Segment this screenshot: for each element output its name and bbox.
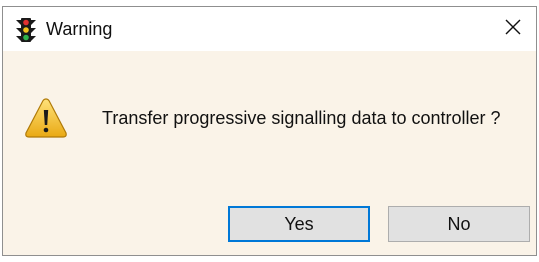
close-button[interactable]	[490, 7, 536, 51]
yes-button[interactable]: Yes	[228, 206, 370, 242]
dialog-message: Transfer progressive signalling data to …	[102, 108, 501, 128]
no-button[interactable]: No	[388, 206, 530, 242]
title-bar: Warning	[3, 7, 536, 51]
window-title: Warning	[46, 19, 113, 39]
warning-dialog: Warning Transfer progressive signalling …	[2, 6, 537, 256]
dialog-content: Transfer progressive signalling data to …	[3, 51, 536, 257]
warning-triangle-icon	[24, 97, 68, 139]
close-icon	[505, 19, 521, 40]
traffic-light-icon	[15, 17, 37, 43]
